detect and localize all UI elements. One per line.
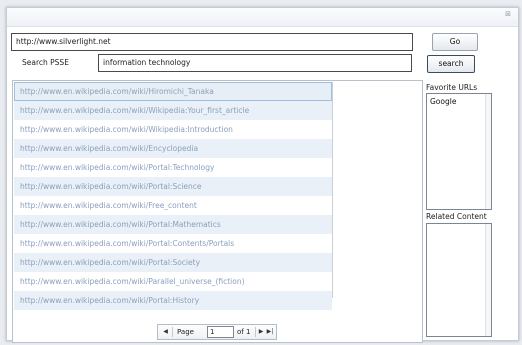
result-link[interactable]: http://www.en.wikipedia.com/wiki/Wikiped… [14,101,332,120]
result-link[interactable]: http://www.en.wikipedia.com/wiki/Encyclo… [14,139,332,158]
result-link[interactable]: http://www.en.wikipedia.com/wiki/Portal:… [14,234,332,253]
pager: ◀ Page 1 of 1 ▶ ▶| [157,324,277,340]
results-panel: http://www.en.wikipedia.com/wiki/Hiromic… [12,80,423,343]
related-scrollbar[interactable] [485,224,491,336]
page-label: Page [177,328,194,336]
search-button[interactable]: search [427,55,475,73]
result-link[interactable]: http://www.en.wikipedia.com/wiki/Paralle… [14,272,332,291]
pager-separator [172,327,173,337]
favorites-list: Google [426,93,492,210]
result-link[interactable]: http://www.en.wikipedia.com/wiki/Portal:… [14,158,332,177]
favorites-scrollbar[interactable] [485,94,491,209]
result-link[interactable]: http://www.en.wikipedia.com/wiki/Hiromic… [14,82,332,101]
list-divider [332,82,333,298]
result-link[interactable]: http://www.en.wikipedia.com/wiki/Portal:… [14,215,332,234]
search-input[interactable]: information technology [98,54,412,72]
page-count-label: of 1 [237,328,251,336]
result-link[interactable]: http://www.en.wikipedia.com/wiki/Portal:… [14,177,332,196]
search-label: Search PSSE [22,58,69,67]
page-number-input[interactable]: 1 [207,326,234,338]
result-link[interactable]: http://www.en.wikipedia.com/wiki/Portal:… [14,291,332,310]
related-content-box [426,223,492,337]
go-button[interactable]: Go [432,33,478,51]
url-input[interactable]: http://www.silverlight.net [11,33,413,51]
close-icon[interactable]: ⊠ [502,9,514,19]
last-page-icon[interactable]: ▶| [265,327,275,337]
prev-page-icon[interactable]: ◀ [161,327,170,337]
result-link[interactable]: http://www.en.wikipedia.com/wiki/Wikiped… [14,120,332,139]
favorites-label: Favorite URLs [426,83,478,92]
result-link[interactable]: http://www.en.wikipedia.com/wiki/Portal:… [14,253,332,272]
result-link[interactable]: http://www.en.wikipedia.com/wiki/Free_co… [14,196,332,215]
favorite-item[interactable]: Google [427,94,491,109]
title-bar: ⊠ [7,8,518,27]
pager-separator [255,327,256,337]
related-content-label: Related Content [426,212,487,221]
results-list: http://www.en.wikipedia.com/wiki/Hiromic… [14,82,332,310]
next-page-icon[interactable]: ▶ [257,327,265,337]
app-window: ⊠ http://www.silverlight.net Go Search P… [6,7,519,343]
